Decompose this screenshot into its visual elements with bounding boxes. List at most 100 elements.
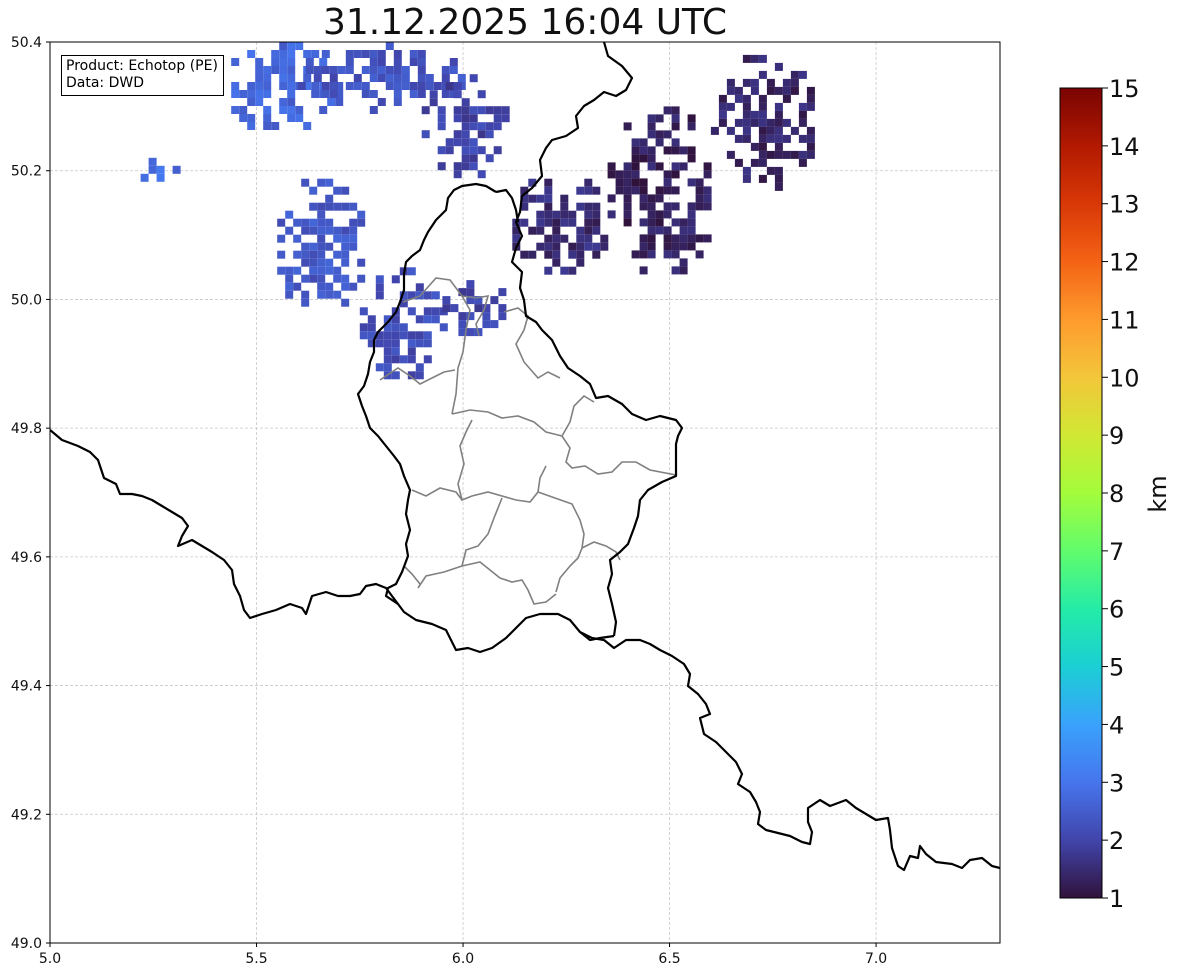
echo-pixel <box>607 162 616 171</box>
echo-pixel <box>441 66 450 74</box>
echo-pixel <box>359 307 368 316</box>
echo-pixel <box>345 82 354 90</box>
x-tick-label: 5.5 <box>245 951 267 967</box>
echo-pixel <box>695 202 704 211</box>
echo-pixel <box>798 118 807 127</box>
echo-pixel <box>766 126 775 135</box>
echo-pixel <box>758 94 767 103</box>
echo-pixel <box>247 114 256 122</box>
echo-pixel <box>806 142 815 151</box>
echo-pixel <box>758 126 767 135</box>
echo-pixel <box>231 82 240 90</box>
echo-pixel <box>453 82 462 91</box>
echo-pixel <box>437 162 446 171</box>
echo-pixel <box>327 98 336 106</box>
echo-pixel <box>647 154 656 163</box>
echo-pixel <box>742 110 751 119</box>
echo-pixel <box>536 226 545 235</box>
echo-pixel <box>341 242 350 251</box>
echo-pixel <box>679 146 688 155</box>
echo-pixel <box>758 174 767 183</box>
echo-pixel <box>317 234 326 243</box>
colorbar-tick-label: 1 <box>1109 885 1124 913</box>
echo-pixel <box>239 90 248 98</box>
echo-pixel <box>568 250 577 259</box>
echo-pixel <box>647 130 656 139</box>
echo-pixel <box>663 170 672 179</box>
echo-pixel <box>774 166 783 175</box>
echo-pixel <box>615 186 624 195</box>
echo-pixel <box>391 339 400 348</box>
echo-pixel <box>399 355 408 364</box>
echo-pixel <box>766 134 775 143</box>
echo-pixel <box>271 58 280 66</box>
echo-pixel <box>782 86 791 95</box>
echo-pixel <box>485 154 494 163</box>
echo-pixel <box>287 74 296 82</box>
echo-pixel <box>369 58 378 66</box>
echo-pixel <box>584 242 593 251</box>
echo-pixel <box>287 98 296 106</box>
echo-pixel <box>156 165 165 174</box>
echo-pixel <box>639 146 648 155</box>
echo-pixel <box>734 94 743 103</box>
echo-pixel <box>317 266 326 275</box>
echo-pixel <box>437 146 446 155</box>
echo-pixel <box>263 82 272 90</box>
echo-pixel <box>493 122 502 131</box>
echo-pixel <box>671 170 680 179</box>
echo-pixel <box>309 250 318 259</box>
echo-pixel <box>301 274 310 283</box>
echo-pixel <box>303 50 312 58</box>
echo-pixel <box>607 170 616 179</box>
echo-pixel <box>393 74 402 82</box>
y-tick-label: 49.0 <box>11 936 42 952</box>
echo-pixel <box>239 114 248 122</box>
echo-pixel <box>474 304 483 313</box>
echo-pixel <box>399 331 408 340</box>
echo-pixel <box>536 194 545 203</box>
echo-pixel <box>341 282 350 291</box>
echo-pixel <box>560 234 569 243</box>
echo-pixel <box>333 290 342 299</box>
echo-pixel <box>255 98 264 106</box>
echo-pixel <box>623 218 632 227</box>
echo-pixel <box>490 320 499 329</box>
echo-pixel <box>333 186 342 195</box>
echo-pixel <box>325 242 334 251</box>
echo-pixel <box>584 210 593 219</box>
echo-pixel <box>461 122 470 131</box>
echo-pixel <box>544 250 553 259</box>
echo-pixel <box>679 242 688 251</box>
echo-pixel <box>367 315 376 324</box>
echo-pixel <box>393 90 402 98</box>
echo-pixel <box>391 331 400 340</box>
echo-pixel <box>271 66 280 74</box>
echo-pixel <box>423 307 432 316</box>
echo-pixel <box>287 58 296 66</box>
echo-pixel <box>623 170 632 179</box>
x-tick-label: 6.5 <box>658 951 680 967</box>
echo-pixel <box>493 114 502 123</box>
echo-pixel <box>477 106 486 115</box>
echo-pixel <box>663 146 672 155</box>
echo-pixel <box>774 126 783 135</box>
echo-pixel <box>321 82 330 90</box>
echo-pixel <box>442 304 451 313</box>
colorbar-tick-label: 14 <box>1109 133 1140 161</box>
echo-pixel <box>623 162 632 171</box>
echo-pixel <box>345 50 354 58</box>
echo-pixel <box>631 138 640 147</box>
echo-pixel <box>349 234 358 243</box>
echo-pixel <box>726 150 735 159</box>
colorbar-tick-label: 8 <box>1109 480 1124 508</box>
x-tick-label: 5.0 <box>39 951 61 967</box>
echo-pixel <box>718 102 727 111</box>
echo-pixel <box>466 328 475 337</box>
echo-pixel <box>255 82 264 90</box>
echo-pixel <box>703 186 712 195</box>
echo-pixel <box>806 94 815 103</box>
echo-pixel <box>806 150 815 159</box>
echo-pixel <box>325 258 334 267</box>
echo-pixel <box>247 50 256 58</box>
